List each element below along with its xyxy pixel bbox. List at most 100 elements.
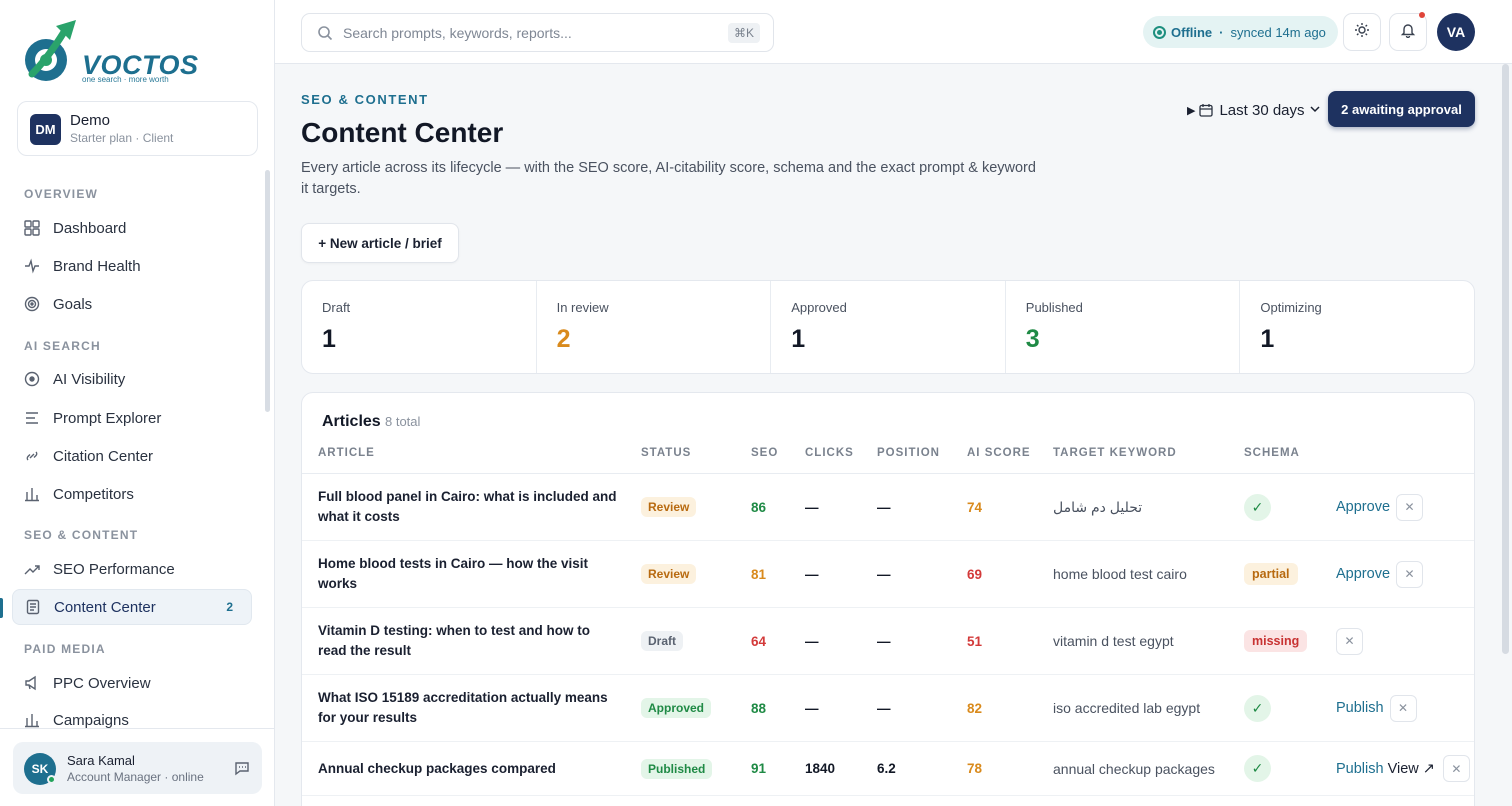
article-title[interactable]: Home blood tests in Cairo — how the visi…: [318, 541, 618, 607]
top-bar: ⌘K Offline · synced 14m ago VA: [275, 0, 1512, 64]
status-cell: Approved: [641, 675, 712, 741]
sidebar-item-citation-center[interactable]: Citation Center: [12, 438, 252, 474]
sidebar-item-dashboard[interactable]: Dashboard: [12, 210, 252, 246]
status-badge: Review: [641, 564, 697, 584]
reject-close-icon[interactable]: ✕: [1396, 493, 1424, 521]
reject-close-icon[interactable]: ✕: [1336, 627, 1363, 655]
stat-label: Draft: [322, 300, 351, 315]
reject-close-icon[interactable]: ✕: [1389, 694, 1417, 722]
sidebar-item-brand-health[interactable]: Brand Health: [12, 248, 252, 284]
nav-count-badge: 2: [226, 600, 233, 614]
approve-button[interactable]: Approve: [1336, 566, 1390, 582]
search-input[interactable]: [343, 24, 713, 41]
column-header-position[interactable]: POSITION: [877, 447, 940, 459]
schema-cell: partial: [1244, 541, 1298, 607]
approve-button[interactable]: Approve: [1336, 499, 1390, 515]
sidebar-item-campaigns[interactable]: Campaigns: [12, 703, 252, 728]
sync-time: synced 14m ago: [1230, 24, 1326, 40]
workspace-switcher[interactable]: DM Demo Starter plan · Client: [17, 101, 258, 156]
user-card[interactable]: SK Sara Kamal Account Manager · online: [13, 742, 262, 794]
column-header-target-keyword[interactable]: TARGET KEYWORD: [1053, 447, 1177, 459]
sidebar-item-label: PPC Overview: [53, 674, 151, 692]
stat-value: 1: [791, 325, 806, 353]
chat-icon[interactable]: [234, 760, 250, 776]
main-scrollbar[interactable]: [1502, 64, 1509, 654]
sidebar-item-ppc-overview[interactable]: PPC Overview: [12, 665, 252, 701]
ai-score: 78: [967, 761, 983, 776]
stat-draft[interactable]: Draft 1: [302, 281, 537, 373]
page-description: Every article across its lifecycle — wit…: [301, 160, 1036, 197]
table-row[interactable]: Annual checkup packages compared Publish…: [302, 742, 1474, 796]
target-keyword: vitamin d test egypt: [1053, 633, 1174, 649]
status-summary: Draft 1 In review 2 Approved 1 Published…: [301, 280, 1475, 374]
bars-icon: [24, 486, 40, 502]
clicks-value: —: [805, 499, 819, 515]
status-cell: Review: [641, 474, 697, 540]
schema-badge: partial: [1244, 563, 1298, 585]
chevron-down-icon: [1310, 105, 1320, 116]
article-title[interactable]: Annual checkup packages compared: [318, 742, 618, 795]
article-title[interactable]: Full blood panel in Cairo: what is inclu…: [318, 474, 618, 540]
notifications-button[interactable]: [1389, 12, 1427, 51]
sun-icon: [1354, 22, 1370, 43]
sidebar-item-prompt-explorer[interactable]: Prompt Explorer: [12, 400, 252, 436]
reject-close-icon[interactable]: ✕: [1442, 755, 1470, 782]
workspace-avatar: DM: [30, 114, 61, 145]
clicks-value: —: [805, 700, 819, 716]
sidebar-item-label: AI Visibility: [53, 370, 126, 388]
schema-badge: missing: [1244, 630, 1308, 652]
column-header-seo[interactable]: SEO: [751, 447, 778, 459]
column-header-article[interactable]: ARTICLE: [318, 447, 375, 459]
document-icon: [25, 599, 41, 615]
stat-approved[interactable]: Approved 1: [771, 281, 1006, 373]
status-badge: Draft: [641, 631, 684, 651]
article-title[interactable]: Vitamin D testing: when to test and how …: [318, 608, 618, 674]
column-header-clicks[interactable]: CLICKS: [805, 447, 854, 459]
stat-label: Optimizing: [1260, 300, 1322, 315]
awaiting-approval-button[interactable]: 2 awaiting approval: [1328, 91, 1475, 127]
stat-optimizing[interactable]: Optimizing 1: [1240, 281, 1474, 373]
stat-published[interactable]: Published 3: [1006, 281, 1241, 373]
sidebar-item-seo-performance[interactable]: SEO Performance: [12, 551, 252, 587]
date-range-selector[interactable]: ▶ Last 30 days: [1187, 99, 1320, 121]
stat-value: 1: [1260, 325, 1275, 353]
clicks-value: —: [805, 566, 819, 582]
column-header-schema[interactable]: SCHEMA: [1244, 447, 1300, 459]
new-article-button[interactable]: + New article / brief: [301, 223, 459, 263]
trend-icon: [24, 561, 40, 577]
stat-value: 1: [322, 325, 336, 353]
stat-in-review[interactable]: In review 2: [537, 281, 772, 373]
date-range-label: Last 30 days: [1219, 101, 1305, 119]
sidebar-scrollbar[interactable]: [265, 170, 270, 412]
sidebar-item-content-center[interactable]: Content Center 2: [12, 589, 252, 625]
sync-status-pill[interactable]: Offline · synced 14m ago: [1143, 16, 1338, 48]
sidebar: VOCTOS one search · more worth DM Demo S…: [0, 0, 275, 806]
article-title[interactable]: What ISO 15189 accreditation actually me…: [318, 675, 618, 741]
table-row[interactable]: Vitamin D testing: when to test and how …: [302, 608, 1474, 675]
table-row[interactable]: Home blood tests in Cairo — how the visi…: [302, 541, 1474, 608]
page-eyebrow: SEO & CONTENT: [301, 92, 429, 107]
row-actions: Approve ✕: [1336, 541, 1424, 607]
sidebar-item-competitors[interactable]: Competitors: [12, 476, 252, 512]
search-box[interactable]: ⌘K: [301, 13, 774, 52]
row-actions: Publish View ↗ ✕: [1336, 742, 1470, 795]
ai-score: 74: [967, 499, 983, 515]
expand-triangle-icon: ▶: [1187, 104, 1196, 117]
view-link[interactable]: View ↗: [1388, 761, 1435, 777]
seo-score: 88: [751, 700, 767, 716]
publish-button[interactable]: Publish: [1336, 700, 1384, 716]
sidebar-item-goals[interactable]: Goals: [12, 286, 252, 322]
reject-close-icon[interactable]: ✕: [1396, 560, 1424, 588]
table-row[interactable]: What ISO 15189 accreditation actually me…: [302, 675, 1474, 742]
column-header-ai-score[interactable]: AI SCORE: [967, 447, 1031, 459]
clicks-value: 1840: [805, 761, 836, 776]
shortcut-hint: ⌘K: [727, 23, 760, 43]
publish-button[interactable]: Publish: [1336, 761, 1384, 777]
brand-logo[interactable]: VOCTOS one search · more worth: [20, 16, 198, 86]
status-badge: Published: [641, 758, 713, 779]
sidebar-item-ai-visibility[interactable]: AI Visibility: [12, 361, 252, 397]
column-header-status[interactable]: STATUS: [641, 447, 691, 459]
theme-toggle-button[interactable]: [1343, 13, 1381, 51]
account-avatar[interactable]: VA: [1437, 13, 1475, 51]
table-row[interactable]: Full blood panel in Cairo: what is inclu…: [302, 474, 1474, 541]
